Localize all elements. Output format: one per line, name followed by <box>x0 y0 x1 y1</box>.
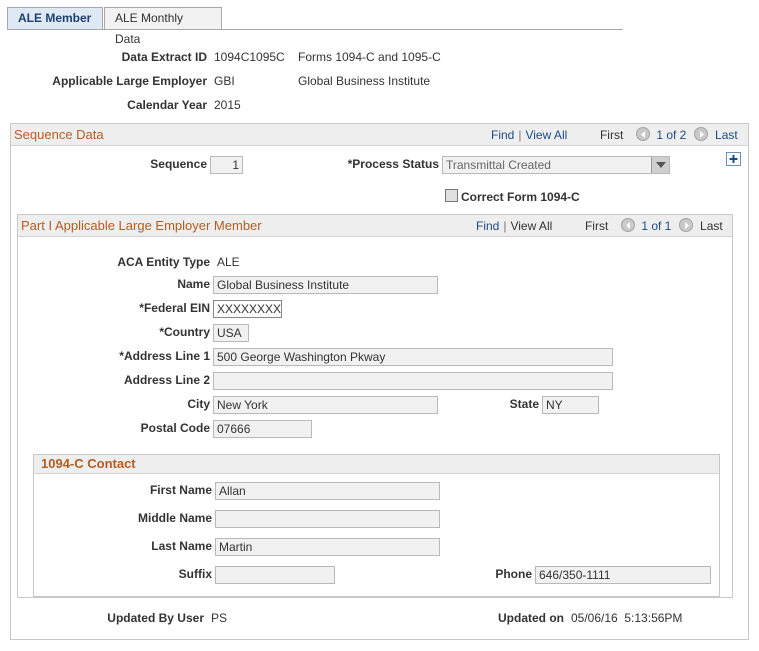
chevron-down-icon[interactable] <box>651 157 669 173</box>
add-row-icon[interactable] <box>726 152 741 166</box>
correct-form-label: Correct Form 1094-C <box>461 190 580 204</box>
data-extract-id-label: Data Extract ID <box>121 50 207 64</box>
nav-separator: | <box>518 128 522 142</box>
updated-on-label: Updated on <box>498 611 564 625</box>
ale-code: GBI <box>214 74 235 88</box>
address-line-2-label: Address Line 2 <box>123 373 210 387</box>
sequence-data-nav: Find | View All First 1 of 2 Last <box>491 124 738 146</box>
middle-name-field[interactable] <box>215 510 440 528</box>
suffix-label: Suffix <box>178 567 212 581</box>
process-status-select[interactable]: Transmittal Created <box>442 156 670 174</box>
previous-icon[interactable] <box>620 218 635 232</box>
updated-by-label: Updated By User <box>107 611 204 625</box>
country-label: *Country <box>159 325 210 339</box>
row-count: 1 of 1 <box>641 219 672 233</box>
state-label: State <box>509 397 539 411</box>
last-name-label: Last Name <box>151 539 212 553</box>
data-extract-id: 1094C1095C <box>214 50 285 64</box>
row-count: 1 of 2 <box>656 128 687 142</box>
middle-name-label: Middle Name <box>137 511 212 525</box>
ale-name: Global Business Institute <box>298 74 431 88</box>
country-field[interactable]: USA <box>213 324 249 342</box>
aca-entity-type: ALE <box>217 255 240 269</box>
part1-nav: Find | View All First 1 of 1 Last <box>476 215 723 237</box>
correct-form-checkbox[interactable] <box>445 189 458 202</box>
address-line-2-field[interactable] <box>213 372 613 390</box>
contact-header <box>34 455 719 474</box>
phone-label: Phone <box>495 567 532 581</box>
first-label: First <box>584 219 609 233</box>
state-field[interactable]: NY <box>542 396 599 414</box>
tab-ale-member[interactable]: ALE Member <box>7 7 103 30</box>
process-status-label: *Process Status <box>347 157 439 171</box>
updated-by: PS <box>211 611 228 625</box>
federal-ein-label: *Federal EIN <box>139 301 210 315</box>
federal-ein-field[interactable]: XXXXXXXXX <box>213 300 282 318</box>
name-label: Name <box>177 277 210 291</box>
ale-label: Applicable Large Employer <box>52 74 207 88</box>
data-extract-desc: Forms 1094-C and 1095-C <box>298 50 441 64</box>
last-name-field[interactable]: Martin <box>215 538 440 556</box>
tab-ale-monthly-data[interactable]: ALE Monthly Data <box>104 7 222 46</box>
postal-code-field[interactable]: 07666 <box>213 420 312 438</box>
calendar-year-label: Calendar Year <box>127 98 207 112</box>
address-line-1-field[interactable]: 500 George Washington Pkway <box>213 348 613 366</box>
updated-on: 05/06/16 5:13:56PM <box>571 611 683 625</box>
find-link[interactable]: Find <box>476 219 499 233</box>
aca-entity-type-label: ACA Entity Type <box>117 255 210 269</box>
previous-icon[interactable] <box>635 127 650 141</box>
first-name-label: First Name <box>149 483 212 497</box>
sequence-data-title: Sequence Data <box>14 127 104 142</box>
last-link[interactable]: Last <box>715 128 738 142</box>
part1-title: Part I Applicable Large Employer Member <box>21 218 262 233</box>
phone-field[interactable]: 646/350-1111 <box>535 566 711 584</box>
first-name-field[interactable]: Allan <box>215 482 440 500</box>
postal-code-label: Postal Code <box>140 421 210 435</box>
calendar-year: 2015 <box>214 98 241 112</box>
process-status-value: Transmittal Created <box>446 158 551 172</box>
view-all-link[interactable]: View All <box>525 128 567 142</box>
last-label[interactable]: Last <box>700 219 723 233</box>
tab-divider <box>7 29 623 30</box>
suffix-field[interactable] <box>215 566 335 584</box>
sequence-input[interactable]: 1 <box>210 156 243 174</box>
next-icon[interactable] <box>693 127 708 141</box>
name-field[interactable]: Global Business Institute <box>213 276 438 294</box>
find-link[interactable]: Find <box>491 128 514 142</box>
nav-separator: | <box>503 219 507 233</box>
city-label: City <box>187 397 210 411</box>
view-all-link[interactable]: View All <box>510 219 552 233</box>
city-field[interactable]: New York <box>213 396 438 414</box>
next-icon[interactable] <box>678 218 693 232</box>
first-label: First <box>599 128 624 142</box>
sequence-label: Sequence <box>150 157 207 171</box>
contact-title: 1094-C Contact <box>41 456 136 471</box>
address-line-1-label: *Address Line 1 <box>119 349 210 363</box>
